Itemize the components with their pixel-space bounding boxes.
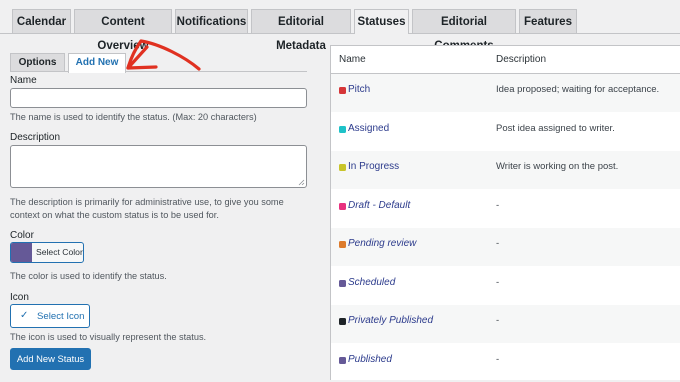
add-new-status-button[interactable]: Add New Status [10, 348, 91, 370]
status-color-icon [339, 87, 346, 94]
icon-label: Icon [10, 292, 29, 303]
status-color-icon [339, 202, 346, 210]
checkmark-icon: ✓ [20, 310, 29, 321]
row-cells: Pitch Idea proposed; waiting for acceptan… [331, 81, 680, 99]
name-label: Name [10, 75, 37, 86]
status-name-link[interactable]: Privately Published [348, 315, 433, 326]
status-description: Post idea assigned to writer. [496, 122, 615, 134]
tab-content-overview[interactable]: Content Overview [74, 9, 172, 52]
table-row: Scheduled - [331, 267, 680, 305]
status-name-link[interactable]: In Progress [348, 161, 399, 172]
row-cells: Scheduled - [331, 274, 680, 292]
status-name-link[interactable]: Assigned [348, 123, 389, 134]
status-sub-tabs: Options Add New [10, 52, 307, 73]
tab-options[interactable]: Options [10, 53, 65, 72]
select-icon-button[interactable]: ✓ Select Icon [10, 304, 90, 328]
select-color-label: Select Color [36, 247, 83, 257]
status-description: - [496, 353, 500, 365]
resize-handle-icon[interactable] [298, 179, 305, 186]
table-row: Draft - Default - [331, 190, 680, 228]
status-color-icon [339, 241, 346, 248]
tab-statuses[interactable]: Statuses [354, 9, 409, 34]
status-description: - [496, 238, 500, 249]
table-header: Name Description [331, 46, 680, 74]
table-row: Pending review - [331, 228, 680, 266]
description-label: Description [10, 132, 61, 143]
row-cells: Published - [331, 351, 680, 369]
name-help: The name is used to identify the status.… [10, 112, 257, 122]
status-name-link[interactable]: Draft - Default [348, 200, 410, 211]
statuses-table: Name Description Pitch Idea proposed; wai… [330, 45, 680, 380]
description-help-1: The description is primarily for adminis… [10, 197, 284, 207]
status-color-icon [339, 164, 346, 171]
select-color-button[interactable]: Select Color [10, 242, 84, 263]
tab-add-new[interactable]: Add New [68, 53, 126, 73]
row-cells: Pending review - [331, 235, 680, 253]
description-help-2: context on what the custom status is to … [10, 210, 219, 220]
status-description: - [496, 199, 500, 211]
row-cells: In Progress Writer is working on the post… [331, 158, 680, 176]
settings-tabs: Calendar Content Overview Notifications … [0, 0, 680, 52]
status-color-icon [339, 125, 346, 133]
icon-help: The icon is used to visually represent t… [10, 332, 207, 342]
column-description-header: Description [496, 54, 547, 65]
row-cells: Privately Published - [331, 312, 680, 330]
status-name-link[interactable]: Published [348, 354, 392, 365]
status-color-icon [339, 356, 346, 364]
column-name-header: Name [339, 54, 366, 65]
status-description: Idea proposed; waiting for acceptance. [496, 84, 660, 95]
description-textarea[interactable] [10, 145, 307, 188]
status-name-link[interactable]: Scheduled [348, 277, 395, 288]
name-input[interactable] [10, 88, 307, 108]
color-help: The color is used to identify the status… [10, 271, 167, 281]
tab-features[interactable]: Features [519, 9, 577, 33]
status-name-link[interactable]: Pitch [348, 84, 370, 95]
tab-editorial-comments[interactable]: Editorial Comments [412, 9, 516, 52]
tab-calendar[interactable]: Calendar [12, 9, 71, 33]
row-cells: Assigned Post idea assigned to writer. [331, 120, 680, 138]
table-row: Pitch Idea proposed; waiting for acceptan… [331, 74, 680, 112]
status-color-icon [339, 279, 346, 287]
color-swatch [11, 243, 32, 262]
table-row: Privately Published - [331, 305, 680, 343]
tab-editorial-metadata[interactable]: Editorial Metadata [251, 9, 351, 52]
color-label: Color [10, 230, 34, 241]
status-description: - [496, 315, 500, 326]
tab-notifications[interactable]: Notifications [175, 9, 248, 33]
status-description: Writer is working on the post. [496, 161, 619, 172]
table-row: Published - [331, 344, 680, 382]
status-name-link[interactable]: Pending review [348, 238, 416, 249]
status-color-icon [339, 318, 346, 325]
select-icon-label: Select Icon [37, 311, 85, 322]
status-description: - [496, 276, 500, 288]
row-cells: Draft - Default - [331, 197, 680, 215]
table-row: In Progress Writer is working on the post… [331, 151, 680, 189]
table-row: Assigned Post idea assigned to writer. [331, 113, 680, 151]
